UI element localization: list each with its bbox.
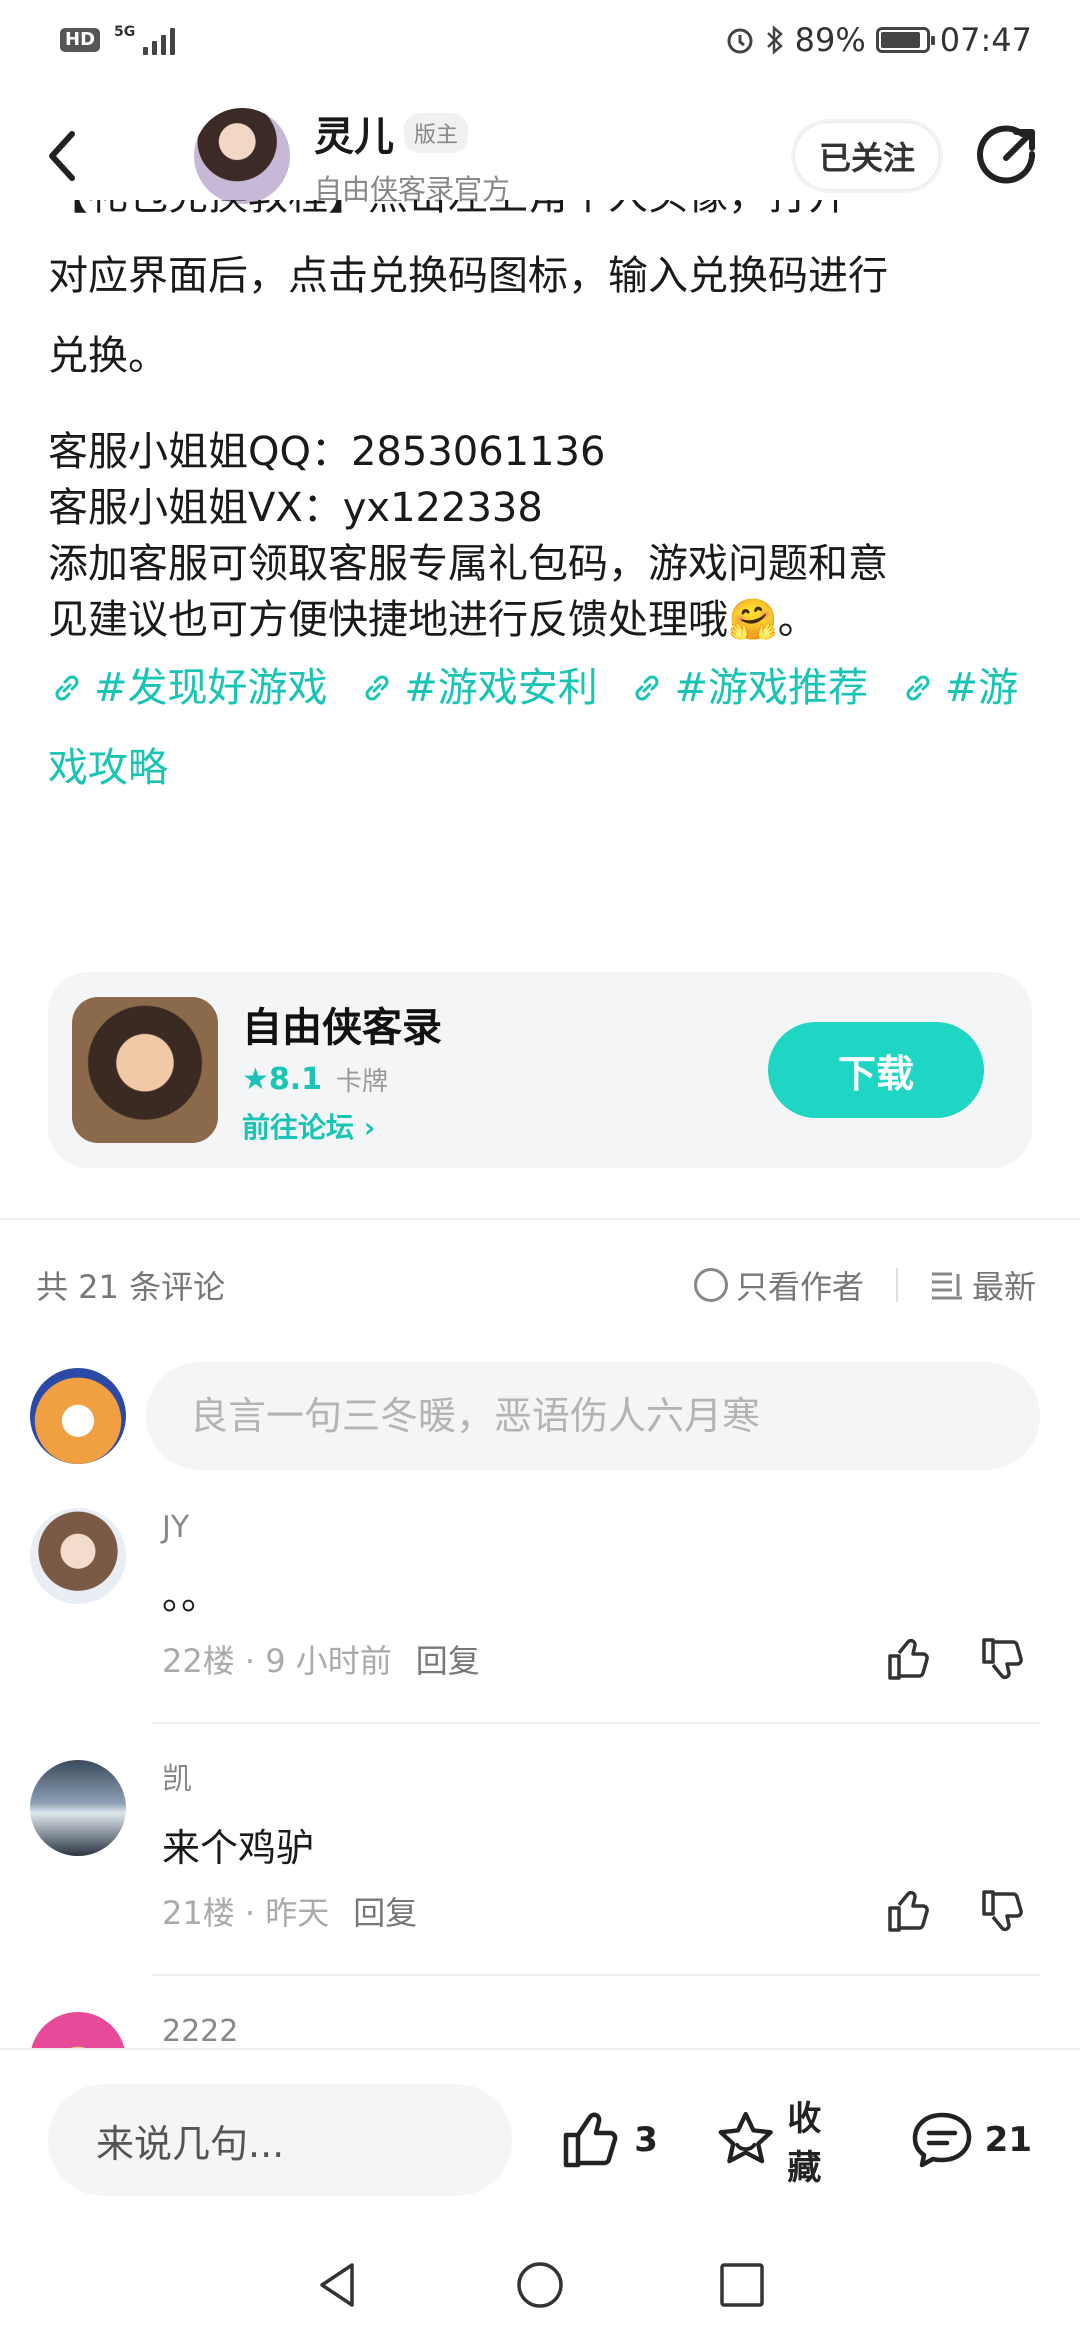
link-icon — [906, 675, 930, 701]
comment-divider — [152, 1722, 1040, 1724]
radio-circle-icon — [693, 1268, 728, 1302]
like-button[interactable]: 3 — [558, 2107, 658, 2173]
comment-item: JY 。。 22楼 · 9 小时前 回复 — [30, 1508, 1040, 1688]
commenter-name[interactable]: 凯 — [162, 1760, 1032, 1800]
article-line: 见建议也可方便快捷地进行反馈处理哦🤗。 — [48, 597, 818, 643]
system-nav-bar — [0, 2230, 1080, 2340]
status-right: 89% 07:47 — [725, 21, 1032, 59]
like-count: 3 — [634, 2120, 658, 2160]
chat-bubble-icon — [912, 2112, 971, 2168]
article-line: 兑换。 — [48, 333, 168, 379]
commenter-avatar[interactable] — [30, 1760, 126, 1856]
status-left: HD 5G — [60, 24, 176, 55]
commenter-name[interactable]: JY — [162, 1508, 1032, 1548]
post-header: 灵儿 版主 自由侠客录官方 已关注 — [0, 96, 1080, 216]
comment-divider — [152, 1974, 1040, 1976]
moderator-badge: 版主 — [404, 113, 469, 153]
forum-link[interactable]: 前往论坛 › — [242, 1106, 442, 1146]
network-type: 5G — [114, 24, 136, 40]
commenter-avatar[interactable] — [30, 1508, 126, 1604]
host-info[interactable]: 灵儿 版主 自由侠客录官方 — [314, 104, 510, 208]
back-button[interactable] — [40, 116, 120, 196]
favorite-label: 收藏 — [787, 2099, 822, 2188]
alarm-icon — [727, 28, 753, 54]
clock: 07:47 — [939, 21, 1032, 59]
article-line: 客服小姐姐VX：yx122338 — [48, 485, 543, 531]
battery-percent: 89% — [794, 21, 866, 59]
thumbs-down-icon[interactable] — [978, 1886, 1028, 1936]
quick-comment-input[interactable]: 来说几句... — [48, 2084, 513, 2196]
follow-button[interactable]: 已关注 — [793, 122, 940, 190]
comments-button[interactable]: 21 — [909, 2107, 1032, 2173]
chevron-left-icon — [49, 131, 75, 181]
game-name: 自由侠客录 — [242, 1004, 442, 1051]
my-avatar — [30, 1368, 126, 1464]
comments-header: 共 21 条评论 只看作者 最新 — [36, 1262, 1036, 1308]
link-icon — [55, 675, 79, 701]
thumbs-up-icon[interactable] — [884, 1634, 934, 1684]
commenter-avatar[interactable] — [30, 2012, 126, 2048]
reply-button[interactable]: 回复 — [353, 1888, 417, 1934]
link-icon — [365, 675, 389, 701]
tag-link[interactable]: #游戏推荐 — [628, 665, 868, 711]
game-card[interactable]: 自由侠客录 ★8.1 卡牌 前往论坛 › 下载 — [48, 972, 1032, 1168]
article-line: 对应界面后，点击兑换码图标，输入兑换码进行 — [48, 253, 888, 299]
reply-button[interactable]: 回复 — [416, 1636, 480, 1682]
nav-back-icon[interactable] — [312, 2259, 364, 2311]
share-icon[interactable] — [976, 124, 1040, 188]
section-divider — [0, 1218, 1080, 1220]
game-rating: ★8.1 — [242, 1061, 323, 1097]
thumbs-up-icon — [564, 2112, 618, 2168]
sort-button[interactable]: 最新 — [930, 1262, 1036, 1308]
signal-icon: 5G — [114, 24, 176, 55]
article-line: 客服小姐姐QQ：2853061136 — [48, 429, 606, 475]
favorite-button[interactable]: 收藏 — [714, 2091, 853, 2189]
author-only-toggle[interactable]: 只看作者 — [693, 1262, 864, 1308]
comment-input-row — [30, 1362, 1040, 1470]
comment-input[interactable] — [146, 1362, 1040, 1470]
comment-text: 。。 — [162, 1574, 220, 1618]
bottom-action-bar: 来说几句... 3 收藏 21 — [0, 2048, 1080, 2230]
comment-text: 来个鸡驴 — [162, 1826, 315, 1870]
thumbs-down-icon[interactable] — [978, 1634, 1028, 1684]
post-content: 【礼包兑换教程】点击左上角个人头像，打开 对应界面后，点击兑换码图标，输入兑换码… — [48, 200, 1038, 808]
host-name: 灵儿 — [314, 114, 394, 160]
sort-icon — [931, 1272, 962, 1300]
commenter-name[interactable]: 2222 — [162, 2012, 1032, 2048]
host-avatar[interactable] — [194, 108, 290, 204]
tag-list: #发现好游戏 #游戏安利 #游戏推荐 #游戏攻略 — [48, 648, 1038, 808]
tag-link[interactable]: #发现好游戏 — [48, 665, 328, 711]
hd-badge: HD — [60, 28, 101, 52]
clipped-line: 【礼包兑换教程】点击左上角个人头像，打开 — [48, 200, 1038, 236]
comment-item: 凯 来个鸡驴 21楼 · 昨天 回复 — [30, 1760, 1040, 1940]
comment-meta: 21楼 · 昨天 — [162, 1894, 330, 1932]
battery-icon — [875, 27, 935, 53]
article-line: 添加客服可领取客服专属礼包码，游戏问题和意 — [48, 541, 888, 587]
star-icon — [718, 2111, 773, 2164]
game-genre: 卡牌 — [336, 1066, 389, 1097]
bluetooth-icon — [766, 25, 783, 55]
game-icon[interactable] — [72, 997, 218, 1143]
comment-count: 共 21 条评论 — [36, 1268, 226, 1306]
comment-total: 21 — [984, 2120, 1032, 2160]
comment-item: 2222 — [30, 2012, 1040, 2048]
nav-recents-icon[interactable] — [716, 2259, 768, 2311]
thumbs-up-icon[interactable] — [884, 1886, 934, 1936]
tag-link[interactable]: #游戏安利 — [358, 665, 598, 711]
nav-home-icon[interactable] — [514, 2259, 566, 2311]
game-info: 自由侠客录 ★8.1 卡牌 前往论坛 › — [242, 995, 442, 1146]
comment-meta: 22楼 · 9 小时前 — [162, 1642, 392, 1680]
download-button[interactable]: 下载 — [768, 1022, 984, 1118]
status-bar: HD 5G 89% 07:47 — [0, 0, 1080, 80]
link-icon — [635, 675, 659, 701]
